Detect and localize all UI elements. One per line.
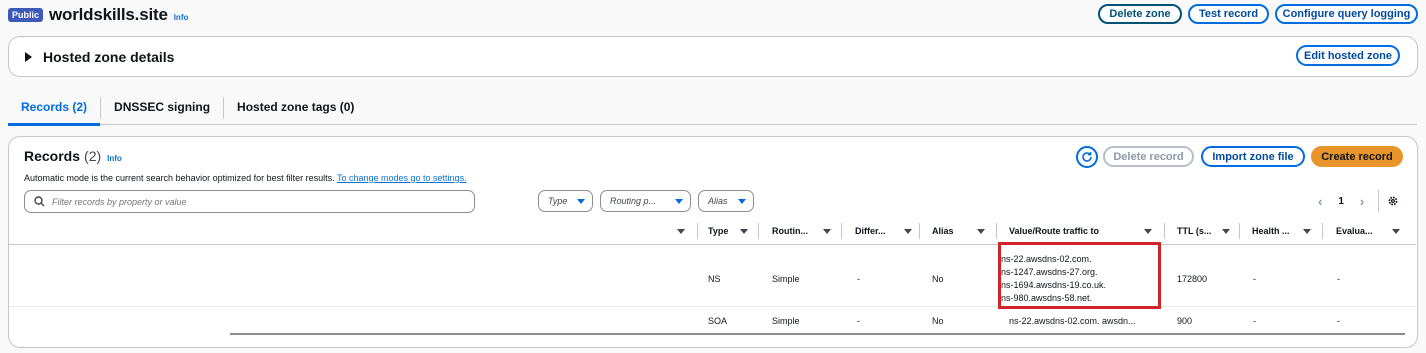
column-divider [1239,223,1240,239]
records-title: Records [24,148,81,164]
record-ttl: 172800 [1177,274,1208,284]
column-header-type[interactable]: Type [708,226,728,236]
record-health: - [1253,274,1256,284]
record-health: - [1253,316,1256,326]
table-row[interactable]: SOA Simple - No ns-22.awsdns-02.com. aws… [9,308,1416,334]
pager-divider [1378,190,1379,212]
alias-filter-label: Alias [708,196,728,206]
info-link[interactable]: Info [174,13,189,22]
column-header-differentiator[interactable]: Differ... [855,226,886,236]
search-mode-text: Automatic mode is the current search beh… [24,173,335,183]
tab-dnssec-signing[interactable]: DNSSEC signing [101,95,223,125]
column-header-value[interactable]: Value/Route traffic to [1009,226,1099,236]
column-header-alias[interactable]: Alias [932,226,954,236]
records-info-link[interactable]: Info [107,154,122,163]
search-input[interactable] [52,196,452,207]
tab-records[interactable]: Records (2) [8,95,101,126]
current-page[interactable]: 1 [1338,196,1344,207]
records-description: Automatic mode is the current search beh… [24,173,467,183]
record-routing: Simple [772,316,800,326]
record-evaluate: - [1337,274,1340,284]
caret-down-icon [675,198,683,204]
delete-record-button[interactable]: Delete record [1103,146,1194,167]
table-header: Type Routin... Differ... Alias Value/Rou… [9,218,1416,245]
column-header-health[interactable]: Health ... [1252,226,1290,236]
record-value: ns-22.awsdns-02.com. awsdn... [1009,316,1136,326]
column-divider [841,223,842,239]
column-divider [919,223,920,239]
hosted-zone-details-title: Hosted zone details [43,49,175,65]
delete-zone-button[interactable]: Delete zone [1098,4,1182,24]
sort-icon[interactable] [1392,229,1400,234]
routing-filter-dropdown[interactable]: Routing p... [600,190,691,212]
sort-icon[interactable] [904,229,912,234]
previous-page-icon[interactable]: ‹ [1318,194,1322,209]
sort-icon[interactable] [977,229,985,234]
public-badge: Public [8,8,44,22]
settings-link[interactable]: To change modes go to settings. [337,173,467,183]
configure-query-logging-button[interactable]: Configure query logging [1275,4,1418,24]
column-divider [758,223,759,239]
caret-down-icon [738,198,746,204]
record-alias: No [932,316,944,326]
column-divider [1164,223,1165,239]
caret-right-icon [25,52,32,62]
sort-icon[interactable] [1144,229,1152,234]
column-header-routing[interactable]: Routin... [772,226,808,236]
hosted-zone-details-panel: Hosted zone details [8,36,1418,77]
page-title: worldskills.site [49,5,168,24]
type-filter-label: Type [548,196,568,206]
import-zone-file-button[interactable]: Import zone file [1201,146,1305,167]
hosted-zone-details-toggle[interactable]: Hosted zone details [25,49,174,65]
sort-icon[interactable] [1222,229,1230,234]
column-divider [697,223,698,239]
highlight-box [998,242,1161,309]
edit-hosted-zone-button[interactable]: Edit hosted zone [1296,45,1400,66]
record-alias: No [932,274,944,284]
sort-icon[interactable] [740,229,748,234]
filter-search[interactable] [24,190,475,213]
next-page-icon[interactable]: › [1360,194,1364,209]
record-differentiator: - [857,316,860,326]
refresh-icon [1082,152,1092,162]
pagination: ‹ 1 › [1318,194,1364,209]
column-header-ttl[interactable]: TTL (s... [1177,226,1211,236]
record-differentiator: - [857,274,860,284]
test-record-button[interactable]: Test record [1188,4,1269,24]
tab-hosted-zone-tags[interactable]: Hosted zone tags (0) [224,95,367,125]
sort-icon[interactable] [823,229,831,234]
zone-header: Public worldskills.site Info [8,4,188,26]
caret-down-icon [577,198,585,204]
records-heading: Records (2) Info [24,148,122,164]
create-record-button[interactable]: Create record [1311,146,1403,167]
refresh-button[interactable] [1076,146,1098,168]
record-ttl: 900 [1177,316,1193,326]
type-filter-dropdown[interactable]: Type [538,190,593,212]
gear-icon[interactable] [1387,195,1399,207]
record-evaluate: - [1337,316,1340,326]
sort-icon[interactable] [1303,229,1311,234]
record-type: NS [708,274,721,284]
records-count: (2) [84,148,102,164]
alias-filter-dropdown[interactable]: Alias [698,190,754,212]
record-routing: Simple [772,274,800,284]
horizontal-scrollbar[interactable] [230,333,1405,335]
column-divider [996,223,997,239]
table-row[interactable]: NS Simple - No 172800 - - [9,245,1416,307]
column-header-evaluate[interactable]: Evalua... [1336,226,1373,236]
column-divider [1322,223,1323,239]
tab-bar: Records (2) DNSSEC signing Hosted zone t… [8,95,1417,126]
routing-filter-label: Routing p... [610,196,657,206]
record-type: SOA [708,316,728,326]
sort-icon[interactable] [677,229,685,234]
search-icon [34,196,45,207]
